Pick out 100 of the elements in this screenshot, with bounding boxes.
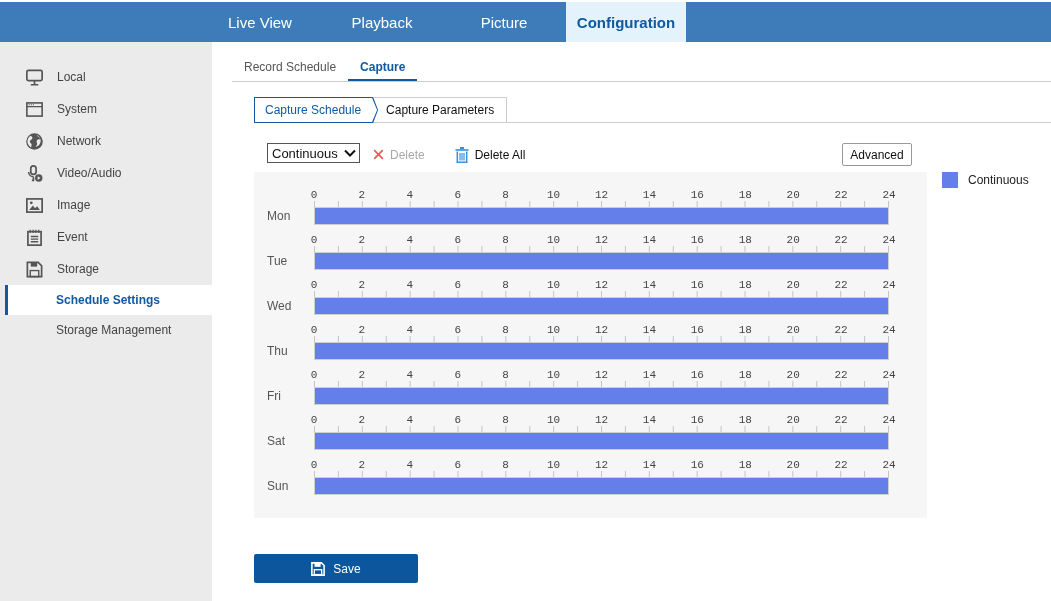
hour-label: 16 xyxy=(690,369,704,381)
hour-label: 20 xyxy=(786,414,800,426)
schedule-bar[interactable] xyxy=(315,342,889,360)
hour-label: 2 xyxy=(358,459,366,471)
hour-label: 8 xyxy=(502,234,509,246)
hour-label: 12 xyxy=(594,459,609,471)
hour-label: 6 xyxy=(454,459,462,471)
tab[interactable]: Capture xyxy=(348,55,418,81)
hour-label: 8 xyxy=(502,189,509,201)
hour-label: 16 xyxy=(690,459,704,471)
hour-label: 0 xyxy=(310,189,318,201)
hour-label: 10 xyxy=(547,369,561,381)
hour-label: 12 xyxy=(594,189,609,201)
hour-label: 22 xyxy=(834,234,848,246)
advanced-button[interactable]: Advanced xyxy=(842,143,912,166)
hour-label: 18 xyxy=(738,414,752,426)
hour-label: 2 xyxy=(358,414,366,426)
hour-label: 18 xyxy=(738,324,752,336)
hour-label: 12 xyxy=(594,324,609,336)
day-label: Mon xyxy=(267,208,292,225)
hour-label: 6 xyxy=(454,324,462,336)
schedule-bar[interactable] xyxy=(315,252,889,270)
hour-label: 24 xyxy=(882,459,896,471)
hour-label: 22 xyxy=(834,459,848,471)
nav-tab[interactable]: Playback xyxy=(322,2,442,42)
hour-label: 14 xyxy=(642,414,656,426)
hour-label: 10 xyxy=(547,279,561,291)
caret-icon xyxy=(344,149,356,157)
hour-label: 8 xyxy=(502,369,509,381)
hour-label: 0 xyxy=(310,324,318,336)
day-label: Sun xyxy=(267,478,290,495)
day-label: Tue xyxy=(267,253,289,270)
hour-label: 0 xyxy=(310,369,318,381)
hour-label: 14 xyxy=(642,189,656,201)
hour-label: 4 xyxy=(406,279,414,291)
hour-label: 8 xyxy=(502,279,509,291)
hour-label: 20 xyxy=(786,234,800,246)
hour-label: 10 xyxy=(547,459,561,471)
hour-label: 10 xyxy=(547,189,561,201)
hour-label: 2 xyxy=(358,234,366,246)
hour-label: 20 xyxy=(786,459,800,471)
hour-label: 12 xyxy=(594,279,609,291)
hour-label: 16 xyxy=(690,234,704,246)
hour-label: 10 xyxy=(547,234,561,246)
monitor-icon xyxy=(26,68,43,86)
schedule-bar[interactable] xyxy=(315,432,889,450)
trash-icon xyxy=(454,146,469,163)
sidebar-item[interactable]: Video/Audio xyxy=(0,157,212,189)
nav-tab[interactable]: Live View xyxy=(200,2,320,42)
nav-tab[interactable]: Configuration xyxy=(566,2,686,42)
hour-label: 10 xyxy=(547,414,561,426)
sidebar-subitem[interactable]: Storage Management xyxy=(5,315,212,345)
hour-label: 6 xyxy=(454,369,462,381)
sidebar-item[interactable]: Image xyxy=(0,189,212,221)
hour-label: 14 xyxy=(642,324,656,336)
legend-label: Continuous xyxy=(968,173,1029,187)
day-label: Fri xyxy=(267,388,282,405)
sidebar-item[interactable]: Network xyxy=(0,125,212,157)
globe-icon xyxy=(26,132,43,150)
hour-label: 18 xyxy=(738,459,752,471)
tab[interactable]: Record Schedule xyxy=(232,55,349,81)
hour-label: 16 xyxy=(690,414,704,426)
hour-label: 8 xyxy=(502,459,509,471)
hour-label: 0 xyxy=(310,234,318,246)
hour-label: 14 xyxy=(642,369,656,381)
schedule-bar[interactable] xyxy=(315,477,889,495)
schedule-bar[interactable] xyxy=(315,387,889,405)
hour-label: 4 xyxy=(406,369,414,381)
hour-label: 18 xyxy=(738,189,752,201)
sidebar-item[interactable]: Local xyxy=(0,61,212,93)
mode-select[interactable]: Continuous xyxy=(267,143,360,163)
hour-label: 6 xyxy=(454,234,462,246)
hour-label: 22 xyxy=(834,369,848,381)
schedule-bar[interactable] xyxy=(315,207,889,225)
sidebar-item[interactable]: Storage xyxy=(0,253,212,285)
schedule-bar[interactable] xyxy=(315,297,889,315)
window-icon xyxy=(26,100,43,118)
hour-label: 22 xyxy=(834,414,848,426)
hour-label: 16 xyxy=(690,324,704,336)
image-icon xyxy=(26,196,43,214)
hour-label: 12 xyxy=(594,234,609,246)
hour-label: 6 xyxy=(454,189,462,201)
delete-all-button[interactable]: Delete All xyxy=(454,144,526,165)
hour-label: 4 xyxy=(406,324,414,336)
hour-label: 14 xyxy=(642,234,656,246)
hour-label: 20 xyxy=(786,324,800,336)
hour-label: 6 xyxy=(454,414,462,426)
sidebar-subitem[interactable]: Schedule Settings xyxy=(5,285,212,315)
hour-label: 8 xyxy=(502,414,509,426)
step-tab[interactable]: Capture Parameters xyxy=(374,97,508,123)
sidebar-item[interactable]: System xyxy=(0,93,212,125)
legend-swatch-icon xyxy=(942,172,958,188)
hour-label: 22 xyxy=(834,189,848,201)
sidebar-item[interactable]: Event xyxy=(0,221,212,253)
hour-label: 4 xyxy=(406,234,414,246)
nav-tab[interactable]: Picture xyxy=(444,2,564,42)
hour-label: 2 xyxy=(358,369,366,381)
step-tab[interactable]: Capture Schedule xyxy=(254,97,379,123)
save-button[interactable]: Save xyxy=(254,554,418,583)
notepad-icon xyxy=(26,228,43,246)
